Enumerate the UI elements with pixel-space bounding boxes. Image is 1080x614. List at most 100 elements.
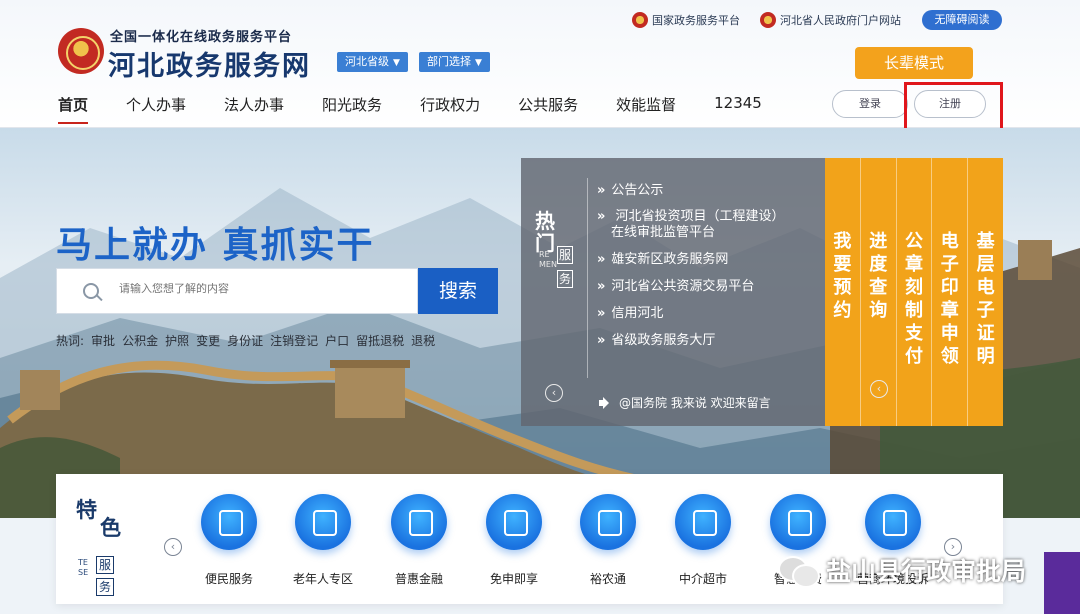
service-label: 免申即享 xyxy=(489,572,538,586)
featured-title: 特 色 TE SE 服 务 xyxy=(76,498,121,596)
service-label: 普惠金融 xyxy=(394,572,443,586)
service-elderly[interactable]: 老年人专区 xyxy=(278,494,368,587)
nav-corporate[interactable]: 法人办事 xyxy=(224,94,284,126)
quick-action-label: 公章刻制支付 xyxy=(904,231,923,367)
featured-title-char: 色 xyxy=(100,516,121,540)
service-agriculture[interactable]: 裕农通 xyxy=(563,494,653,587)
brand-title[interactable]: 河北政务服务网 xyxy=(108,44,311,83)
nav-efficiency[interactable]: 效能监督 xyxy=(616,94,676,126)
quick-action-appointment[interactable]: 我要预约 xyxy=(825,158,860,426)
hotword-link[interactable]: 审批 xyxy=(91,332,115,349)
hot-link-investment[interactable]: 河北省投资项目（工程建设） 在线审批监管平台 xyxy=(597,209,785,241)
message-ticker[interactable]: @国务院 我来说 欢迎来留言 xyxy=(599,394,771,411)
quick-actions-panel: 我要预约 进度查询 公章刻制支付 电子印章申领 基层电子证明 xyxy=(825,158,1003,426)
people-service-icon xyxy=(201,494,257,550)
dept-select-label: 部门选择 xyxy=(427,55,471,68)
brand-subtitle: 全国一体化在线政务服务平台 xyxy=(110,30,293,45)
hot-link-xiongan[interactable]: 雄安新区政务服务网 xyxy=(597,251,785,268)
nav-hotline[interactable]: 12345 xyxy=(714,94,762,126)
hot-link-resource-trading[interactable]: 河北省公共资源交易平台 xyxy=(597,278,785,295)
national-platform-label: 国家政务服务平台 xyxy=(652,14,740,27)
hot-sub-char: 服 xyxy=(557,246,573,264)
accessibility-button[interactable]: 无障碍阅读 xyxy=(922,10,1002,30)
national-emblem-icon xyxy=(760,12,776,28)
prev-arrow-icon[interactable]: ‹ xyxy=(164,538,182,556)
hot-link-credit-hebei[interactable]: 信用河北 xyxy=(597,305,785,322)
hotword-link[interactable]: 户口 xyxy=(325,332,349,349)
quick-action-label: 我要预约 xyxy=(833,231,852,321)
region-select-label: 河北省级 xyxy=(345,55,389,68)
hero-banner: 马上就办 真抓实干 搜索 热词: 审批 公积金 护照 变更 身份证 注销登记 户… xyxy=(0,128,1080,518)
corner-widget xyxy=(1044,552,1080,614)
nav-public-service[interactable]: 公共服务 xyxy=(518,94,578,126)
chevron-down-icon: ▼ xyxy=(393,58,400,68)
hotword-link[interactable]: 注销登记 xyxy=(270,332,318,349)
wechat-watermark: 盐山县行政审批局 xyxy=(778,552,1026,588)
register-button[interactable]: 注册 xyxy=(914,90,986,118)
hot-sub-char: 务 xyxy=(557,270,573,288)
site-header: 全国一体化在线政务服务平台 河北政务服务网 河北省级 ▼ 部门选择 ▼ 国家政务服务… xyxy=(0,0,1080,132)
hot-links-list: 公告公示 河北省投资项目（工程建设） 在线审批监管平台 雄安新区政务服务网 河北… xyxy=(597,182,785,359)
quick-action-e-certificate[interactable]: 基层电子证明 xyxy=(967,158,1003,426)
prev-arrow-icon[interactable]: ‹ xyxy=(870,380,888,398)
search-icon xyxy=(83,283,99,299)
chevron-down-icon: ▼ xyxy=(475,58,482,68)
hotword-link[interactable]: 退税 xyxy=(411,332,435,349)
wechat-icon xyxy=(778,554,820,588)
coins-icon xyxy=(391,494,447,550)
national-emblem-icon xyxy=(632,12,648,28)
watermark-text: 盐山县行政审批局 xyxy=(826,557,1027,586)
service-agency-market[interactable]: 中介超市 xyxy=(658,494,748,587)
nav-personal[interactable]: 个人办事 xyxy=(126,94,186,126)
national-emblem-icon xyxy=(58,28,104,74)
payment-icon xyxy=(770,494,826,550)
quick-action-seal-payment[interactable]: 公章刻制支付 xyxy=(895,158,932,426)
hotword-link[interactable]: 留抵退税 xyxy=(356,332,404,349)
search-box xyxy=(56,268,418,314)
prev-arrow-icon[interactable]: ‹ xyxy=(545,384,563,402)
search-button[interactable]: 搜索 xyxy=(418,268,498,314)
nav-admin-power[interactable]: 行政权力 xyxy=(420,94,480,126)
service-convenience[interactable]: 便民服务 xyxy=(184,494,274,587)
search-input[interactable] xyxy=(119,283,399,295)
province-portal-link[interactable]: 河北省人民政府门户网站 xyxy=(760,12,901,28)
agency-icon xyxy=(675,494,731,550)
hotwords-label: 热词: xyxy=(56,334,85,348)
wheat-icon xyxy=(580,494,636,550)
divider xyxy=(587,178,588,378)
complaint-mail-icon xyxy=(865,494,921,550)
featured-sub-char: 服 xyxy=(96,556,114,574)
dept-select[interactable]: 部门选择 ▼ xyxy=(419,52,490,72)
quick-action-label: 基层电子证明 xyxy=(976,231,995,367)
ticker-text: @国务院 我来说 欢迎来留言 xyxy=(619,396,771,410)
hot-panel-title: 热门 xyxy=(535,209,555,255)
certificate-icon xyxy=(486,494,542,550)
quick-action-label: 电子印章申领 xyxy=(940,231,959,367)
hotword-link[interactable]: 公积金 xyxy=(122,332,158,349)
hotword-link[interactable]: 身份证 xyxy=(227,332,263,349)
hero-slogan: 马上就办 真抓实干 xyxy=(56,225,375,266)
hot-link-announcement[interactable]: 公告公示 xyxy=(597,182,785,199)
main-nav: 首页 个人办事 法人办事 阳光政务 行政权力 公共服务 效能监督 12345 xyxy=(58,94,800,126)
featured-sub-char: 务 xyxy=(96,578,114,596)
hot-link-service-hall[interactable]: 省级政务服务大厅 xyxy=(597,332,785,349)
featured-subtitle: 服 务 xyxy=(96,556,114,600)
hotword-link[interactable]: 变更 xyxy=(196,332,220,349)
service-finance[interactable]: 普惠金融 xyxy=(374,494,464,587)
nav-home[interactable]: 首页 xyxy=(58,94,89,126)
featured-title-en: TE SE xyxy=(78,558,89,577)
region-select[interactable]: 河北省级 ▼ xyxy=(337,52,408,72)
service-auto-benefits[interactable]: 免申即享 xyxy=(469,494,559,587)
hot-panel: 热门 RE MEN 服 务 公告公示 河北省投资项目（工程建设） 在线审批监管平… xyxy=(521,158,825,426)
service-label: 裕农通 xyxy=(589,572,626,586)
hot-panel-subtitle: 服 务 xyxy=(557,246,573,294)
national-platform-link[interactable]: 国家政务服务平台 xyxy=(632,12,740,28)
featured-title-char: 特 xyxy=(76,498,97,522)
hotwords: 热词: 审批 公积金 护照 变更 身份证 注销登记 户口 留抵退税 退税 xyxy=(56,332,435,349)
login-button[interactable]: 登录 xyxy=(832,90,908,118)
service-label: 老年人专区 xyxy=(292,572,353,586)
nav-open-gov[interactable]: 阳光政务 xyxy=(322,94,382,126)
quick-action-e-seal[interactable]: 电子印章申领 xyxy=(931,158,967,426)
elder-mode-button[interactable]: 长辈模式 xyxy=(855,47,973,79)
hotword-link[interactable]: 护照 xyxy=(165,332,189,349)
